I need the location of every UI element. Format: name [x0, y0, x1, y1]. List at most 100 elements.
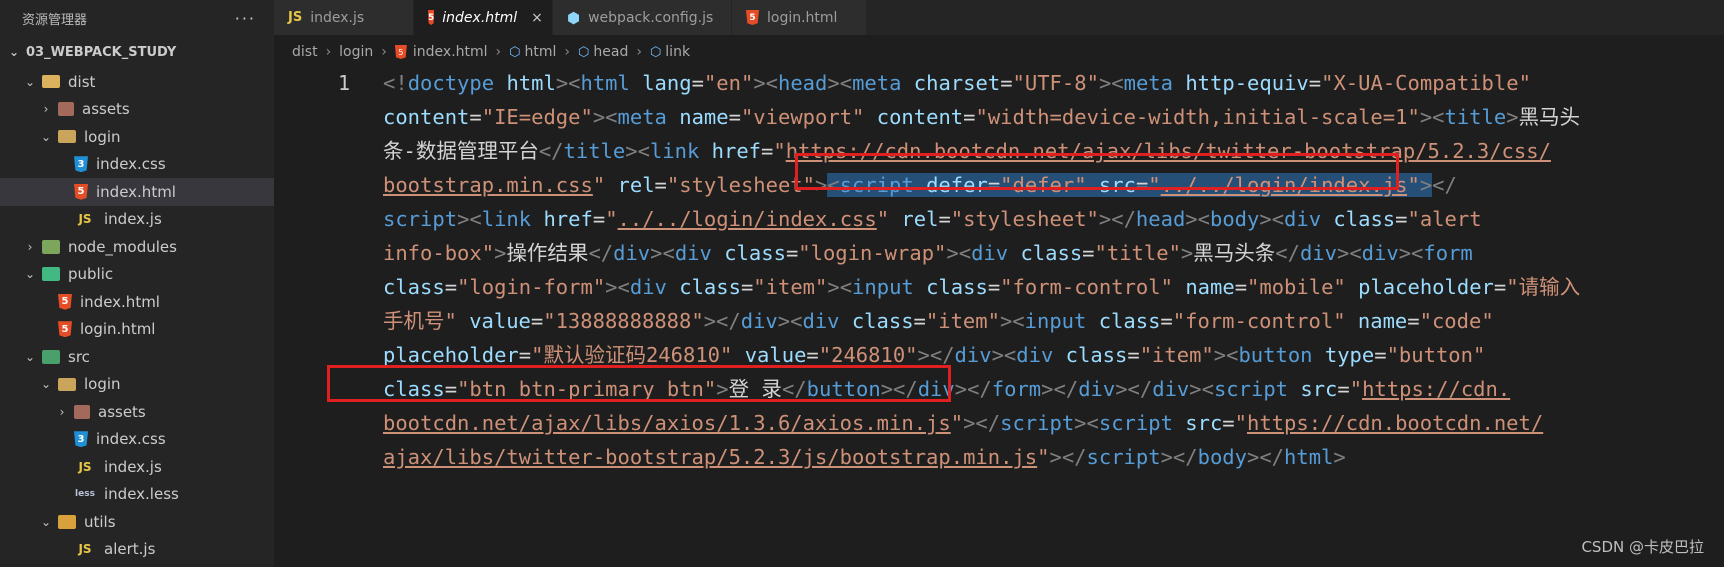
code-token: ajax/libs/twitter-bootstrap/5.2.3/js/boo…: [383, 445, 1038, 469]
html-file-icon: 5: [394, 45, 407, 59]
tab-index-js[interactable]: JS index.js: [274, 0, 414, 35]
tree-item[interactable]: ›JSindex.js: [0, 453, 274, 481]
tree-item[interactable]: ⌄ login: [0, 123, 274, 151]
tree-item[interactable]: ›lessindex.less: [0, 481, 274, 509]
code-token: ><: [457, 207, 482, 231]
code-token: 黑马头条: [1193, 241, 1276, 265]
code-token: "login-wrap": [798, 241, 947, 265]
breadcrumb-item[interactable]: login: [339, 44, 373, 60]
code-token: href: [543, 207, 593, 231]
tab-login-html[interactable]: 5 login.html: [732, 0, 867, 35]
tab-webpack-config-js[interactable]: ⬢ webpack.config.js: [553, 0, 732, 35]
breadcrumb-item[interactable]: ⬡ html: [509, 44, 556, 60]
tree-item[interactable]: ›JSindex.js: [0, 206, 274, 234]
breadcrumb-label: html: [524, 44, 557, 60]
code-token: div: [1299, 241, 1337, 265]
tree-item[interactable]: › node_modules: [0, 233, 274, 261]
tree-item[interactable]: ›3index.css: [0, 151, 274, 179]
tree-item[interactable]: ⌄ src: [0, 343, 274, 371]
breadcrumb-label: dist: [292, 44, 318, 60]
code-token: class: [383, 377, 445, 401]
more-actions-icon[interactable]: ···: [235, 9, 256, 28]
tree-item-label: dist: [68, 72, 96, 91]
code-token: =: [785, 241, 799, 265]
tree-item-label: index.less: [104, 485, 179, 504]
code-token: meta: [852, 71, 902, 95]
code-token: ": [773, 139, 786, 163]
code-line: <!doctype html><html lang="en"><head><me…: [383, 66, 1723, 100]
tree-item[interactable]: ›5index.html: [0, 288, 274, 316]
tree-item[interactable]: ›JSalert.js: [0, 536, 274, 564]
tree-item[interactable]: ⌄ utils: [0, 508, 274, 536]
code-token: =: [761, 139, 774, 163]
code-token: =: [469, 105, 482, 129]
explorer-header: 资源管理器 ···: [0, 0, 274, 36]
tree-item-label: index.css: [96, 155, 166, 174]
code-token: ><: [777, 309, 803, 333]
tab-label: webpack.config.js: [588, 9, 714, 26]
tree-item[interactable]: › assets: [0, 96, 274, 124]
code-token: >: [716, 377, 729, 401]
tree-item[interactable]: › assets: [0, 398, 274, 426]
code-editor[interactable]: <!doctype html><html lang="en"><head><me…: [383, 66, 1723, 474]
code-token: 条-数据管理平台: [383, 139, 539, 163]
code-token: href: [711, 139, 762, 163]
code-token: type: [1324, 343, 1375, 367]
code-token: "默认验证码246810": [531, 343, 733, 367]
tree-item[interactable]: ⌄ login: [0, 371, 274, 399]
code-token: link: [649, 139, 700, 163]
code-line: class="btn btn-primary btn">登 录</button>…: [383, 372, 1723, 406]
workspace-root[interactable]: ⌄ 03_WEBPACK_STUDY: [0, 36, 274, 68]
symbol-element-icon: ⬡: [509, 44, 521, 60]
css-file-icon: 3: [74, 431, 88, 448]
tree-item[interactable]: ⌄ dist: [0, 68, 274, 96]
breadcrumb-item[interactable]: ⬡ link: [650, 44, 690, 60]
code-token: =: [913, 309, 926, 333]
code-token: </: [1275, 241, 1300, 265]
tab-label: index.html: [442, 9, 518, 26]
code-token: ></: [1115, 377, 1153, 401]
code-token: src: [1098, 173, 1136, 197]
tab-label: login.html: [767, 9, 838, 26]
html-file-icon: 5: [746, 10, 759, 25]
code-token: script: [1000, 411, 1075, 435]
code-token: "alert: [1407, 207, 1482, 231]
code-token: rel: [901, 207, 939, 231]
code-token: class: [1098, 309, 1161, 333]
code-token: div: [1016, 343, 1054, 367]
tree-item-label: assets: [82, 100, 130, 119]
close-icon[interactable]: ×: [531, 10, 543, 26]
code-token: ></: [703, 309, 741, 333]
code-token: =: [728, 105, 741, 129]
breadcrumb-item[interactable]: 5 index.html: [394, 44, 488, 60]
code-line: bootstrap.min.css" rel="stylesheet"><scr…: [383, 168, 1723, 202]
code-token: ><: [999, 309, 1025, 333]
line-number: 1: [337, 71, 350, 95]
tree-item[interactable]: ›3index.css: [0, 426, 274, 454]
code-token: >: [494, 241, 507, 265]
code-token: input: [852, 275, 914, 299]
code-token: defer: [926, 173, 988, 197]
breadcrumb-item[interactable]: ⬡ head: [578, 44, 628, 60]
code-token: ><: [946, 241, 972, 265]
tree-item[interactable]: ›5index.html: [0, 178, 274, 206]
tree-item[interactable]: ⌄ public: [0, 261, 274, 289]
code-line: placeholder="默认验证码246810" value="246810"…: [383, 338, 1723, 372]
tree-item[interactable]: ›5login.html: [0, 316, 274, 344]
code-token: 黑马头: [1518, 105, 1581, 129]
js-file-icon: JS: [78, 459, 92, 474]
code-token: ><: [1259, 207, 1285, 231]
breadcrumb-label: link: [665, 44, 691, 60]
code-token: "width=device-width,initial-scale=1": [975, 105, 1420, 129]
code-token: ><: [1213, 343, 1239, 367]
code-token: =: [444, 377, 458, 401]
line-number-gutter: 1: [300, 66, 360, 100]
tab-index-html[interactable]: 5 index.html ×: [414, 0, 553, 35]
code-token: div: [629, 275, 667, 299]
code-token: rel: [617, 173, 655, 197]
folder-icon: [42, 239, 60, 254]
breadcrumb-item[interactable]: dist: [292, 44, 318, 60]
